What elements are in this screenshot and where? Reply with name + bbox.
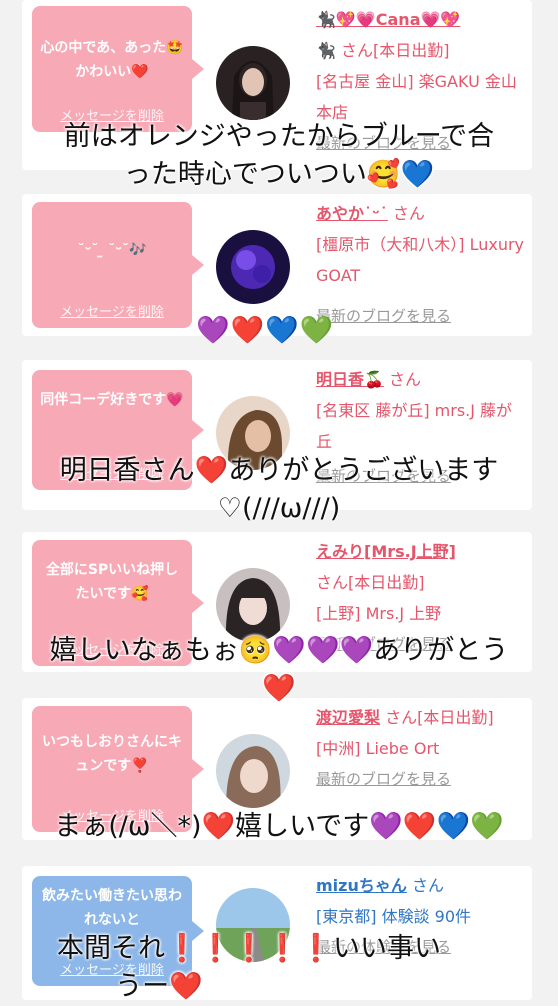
sender-status: さん[本日出勤]: [316, 573, 425, 592]
sender-area: [上野] Mrs.J 上野: [316, 604, 442, 623]
message-text: いつもしおりさんにキュンです❣️: [42, 734, 182, 774]
caption-line: った時心でついつい🥰💙: [123, 159, 435, 190]
caption-line: まぁ(/ω＼*)❤️嬉しいです💜❤️💙💚: [54, 811, 504, 842]
sender-header: あやか˙ᵕ˙ さん: [316, 198, 526, 229]
overlay-hearts: 💜❤️💙💚: [196, 315, 335, 346]
caption-line: うー❤️: [115, 971, 203, 1002]
delete-message-link[interactable]: メッセージを削除: [32, 301, 192, 320]
message-bubble: 心の中であ、あった🤩かわいい❤️ メッセージを削除: [32, 6, 204, 132]
blog-link[interactable]: 最新のブログを見る: [316, 301, 526, 332]
sender-name[interactable]: 🐈‍⬛💖💗Cana💗💖: [316, 4, 526, 35]
sender-area: [名東区 藤が丘] mrs.J 藤が丘: [316, 401, 513, 451]
sender-name[interactable]: えみり[Mrs.J上野]: [316, 536, 526, 567]
message-text: 全部にSPいいね押したいです🥰: [45, 562, 179, 602]
sender-header: mizuちゃん さん: [316, 870, 526, 901]
sender-name[interactable]: 明日香🍒: [316, 370, 384, 389]
sender-status: さん: [411, 876, 444, 895]
overlay-caption: まぁ(/ω＼*)❤️嬉しいです💜❤️💙💚: [0, 808, 558, 846]
sender-area: [橿原市（大和八木）] Luxury GOAT: [316, 235, 525, 285]
overlay-caption: 嬉しいなぁもぉ🥺💜💜💜ありがとう ❤️: [0, 632, 558, 708]
sender-header: 明日香🍒 さん: [316, 364, 526, 395]
message-text: 心の中であ、あった🤩かわいい❤️: [40, 40, 184, 80]
caption-line: 前はオレンジやったからブルーで合: [63, 121, 495, 152]
sender-status: 🐈‍⬛ さん[本日出勤]: [316, 41, 450, 60]
overlay-caption: 前はオレンジやったからブルーで合 った時心でついつい🥰💙: [0, 118, 558, 194]
avatar[interactable]: [216, 46, 290, 120]
sender-info: 渡辺愛梨 さん[本日出勤] [中洲] Liebe Ort 最新のブログを見る: [316, 702, 526, 795]
message-bubble: ˘ᵕ˘ ̫ ˘ᵕ˘🎶 メッセージを削除: [32, 202, 204, 328]
overlay-caption: 本間それ❗️❗️❗️❗️❗️いい事い うー❤️: [0, 930, 528, 1006]
avatar[interactable]: [216, 734, 290, 808]
sender-name[interactable]: あやか˙ᵕ˙: [316, 204, 388, 223]
overlay-caption: 明日香さん❤️ありがとうございます ♡(///ω///): [0, 452, 558, 528]
message-text: ˘ᵕ˘ ̫ ˘ᵕ˘🎶: [77, 242, 147, 258]
sender-status: さん: [392, 204, 425, 223]
message-text: 飲みたい働きたい思われないと: [42, 888, 182, 928]
caption-line: 本間それ❗️❗️❗️❗️❗️いい事い: [56, 933, 442, 964]
avatar[interactable]: [216, 230, 290, 304]
caption-line: 嬉しいなぁもぉ🥺💜💜💜ありがとう: [49, 635, 509, 666]
sender-area: [東京都] 体験談 90件: [316, 907, 472, 926]
blog-link[interactable]: 最新のブログを見る: [316, 764, 526, 795]
sender-name[interactable]: mizuちゃん: [316, 876, 407, 895]
caption-line: ❤️: [262, 673, 296, 704]
sender-status: さん[本日出勤]: [385, 708, 494, 727]
avatar[interactable]: [216, 568, 290, 642]
caption-line: 明日香さん❤️ありがとうございます: [59, 455, 499, 486]
sender-name[interactable]: 渡辺愛梨: [316, 708, 380, 727]
sender-area: [中洲] Liebe Ort: [316, 739, 440, 758]
sender-info: あやか˙ᵕ˙ さん [橿原市（大和八木）] Luxury GOAT 最新のブログ…: [316, 198, 526, 332]
caption-line: ♡(///ω///): [217, 493, 341, 524]
sender-status: さん: [389, 370, 422, 389]
message-text: 同伴コーデ好きです💗: [40, 392, 184, 408]
